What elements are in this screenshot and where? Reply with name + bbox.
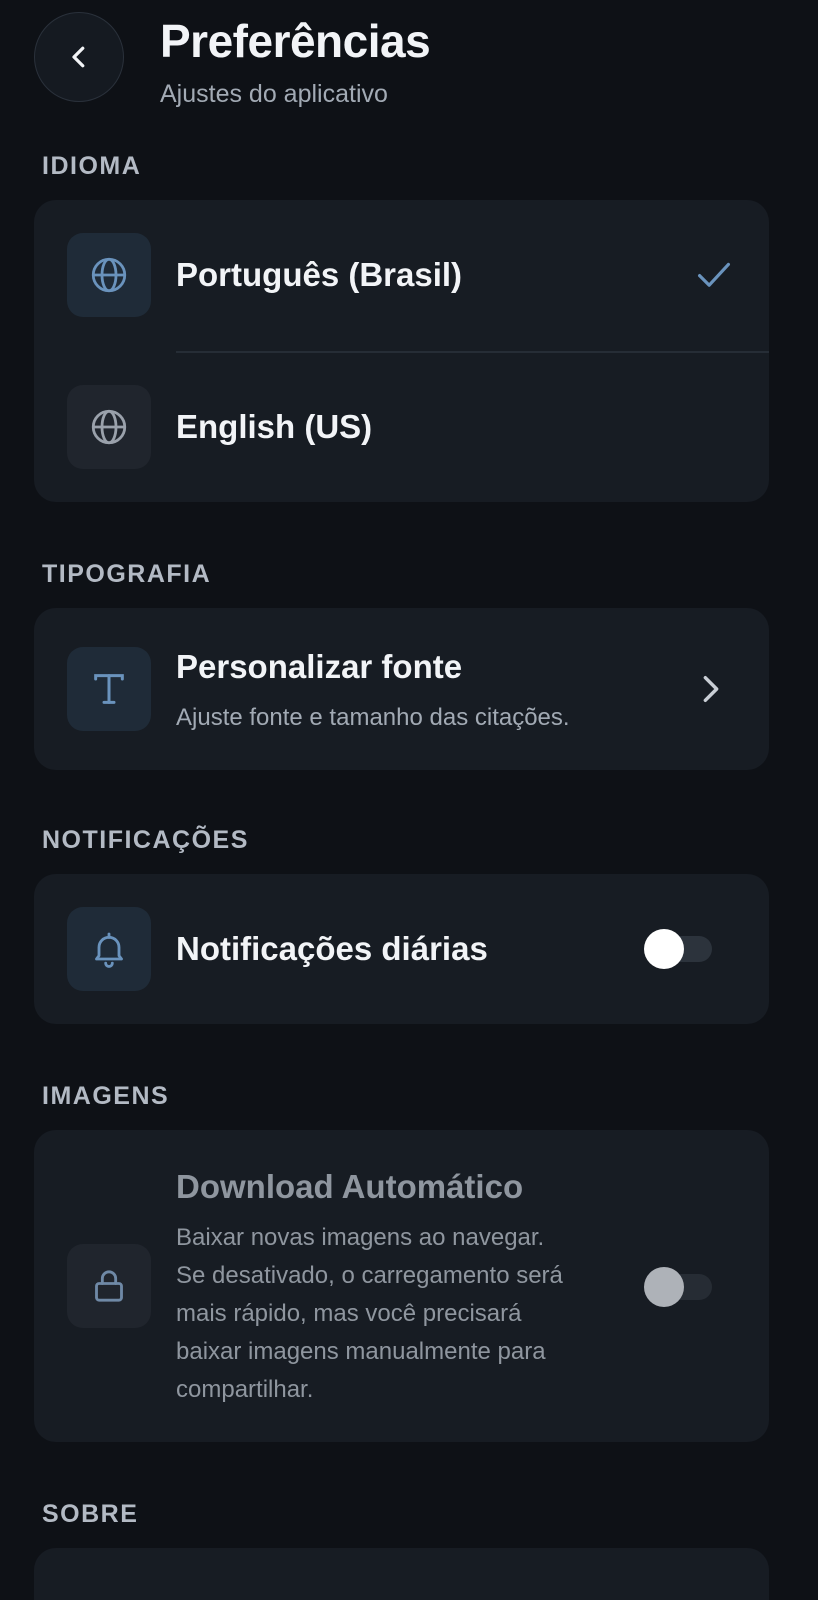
daily-notifications-toggle[interactable] [644,929,712,969]
auto-download-description-line: Se desativado, o carregamento será [176,1262,563,1289]
notifications-card: Notificações diárias [34,874,769,1024]
preferences-screen: Preferências Ajustes do aplicativo IDIOM… [0,0,818,1600]
about-card [34,1548,769,1600]
section-label-typography: TIPOGRAFIA [42,560,212,588]
images-card: Download Automático Baixar novas imagens… [34,1130,769,1442]
globe-icon [67,385,151,469]
lock-icon [67,1244,151,1328]
section-label-about: SOBRE [42,1500,139,1528]
language-card: Português (Brasil) English (US) [34,200,769,502]
customize-font-title: Personalizar fonte [176,648,463,685]
auto-download-description-line: mais rápido, mas você precisará [176,1300,522,1327]
auto-download-description-line: compartilhar. [176,1376,314,1403]
language-option-label: Português (Brasil) [176,256,463,293]
type-icon [67,647,151,731]
section-label-notifications: NOTIFICAÇÕES [42,826,249,854]
globe-icon [67,233,151,317]
auto-download-description-line: baixar imagens manualmente para [176,1338,546,1365]
check-icon [697,262,730,287]
section-label-images: IMAGENS [42,1082,170,1110]
daily-notifications-title: Notificações diárias [176,930,488,967]
language-option-pt-br[interactable]: Português (Brasil) [34,200,769,352]
chevron-left-icon [72,46,85,68]
page-subtitle: Ajustes do aplicativo [160,80,388,108]
auto-download-description-line: Baixar novas imagens ao navegar. [176,1224,545,1251]
auto-download-toggle[interactable] [644,1267,712,1307]
bell-icon [67,907,151,991]
auto-download-title: Download Automático [176,1168,524,1205]
section-label-language: IDIOMA [42,152,142,180]
typography-card[interactable]: Personalizar fonte Ajuste fonte e tamanh… [34,608,769,770]
language-option-label: English (US) [176,408,373,445]
chevron-right-icon [703,675,719,703]
back-button[interactable] [34,12,124,102]
language-option-en-us[interactable]: English (US) [34,352,769,502]
customize-font-description: Ajuste fonte e tamanho das citações. [176,704,570,731]
page-title: Preferências [160,15,431,67]
